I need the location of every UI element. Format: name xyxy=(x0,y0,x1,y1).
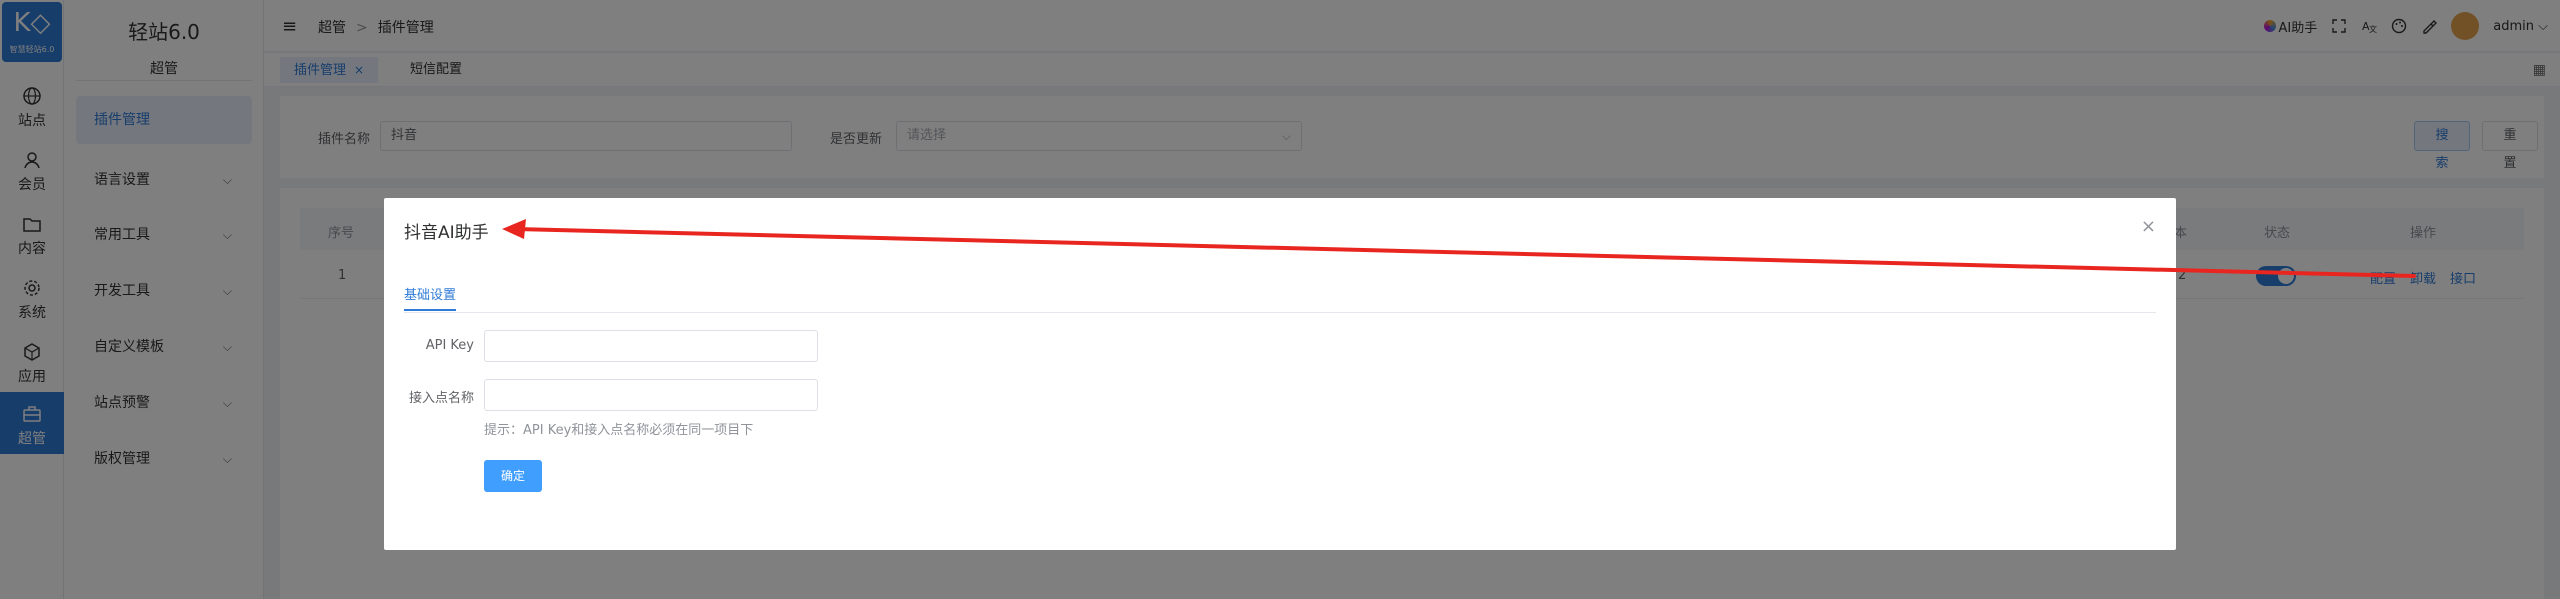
close-icon[interactable]: × xyxy=(2141,216,2156,237)
endpoint-name-label: 接入点名称 xyxy=(408,391,474,406)
api-key-input[interactable] xyxy=(484,330,818,362)
divider xyxy=(404,312,2156,313)
tab-basic-settings[interactable]: 基础设置 xyxy=(404,284,457,311)
plugin-config-dialog: 抖音AI助手 × 基础设置 API Key 接入点名称 提示：API Key和接… xyxy=(384,198,2176,550)
api-key-label: API Key xyxy=(425,338,474,353)
dialog-title: 抖音AI助手 xyxy=(404,223,489,243)
form-hint: 提示：API Key和接入点名称必须在同一项目下 xyxy=(484,423,754,438)
confirm-button[interactable]: 确定 xyxy=(484,460,542,492)
endpoint-name-input[interactable] xyxy=(484,379,818,411)
